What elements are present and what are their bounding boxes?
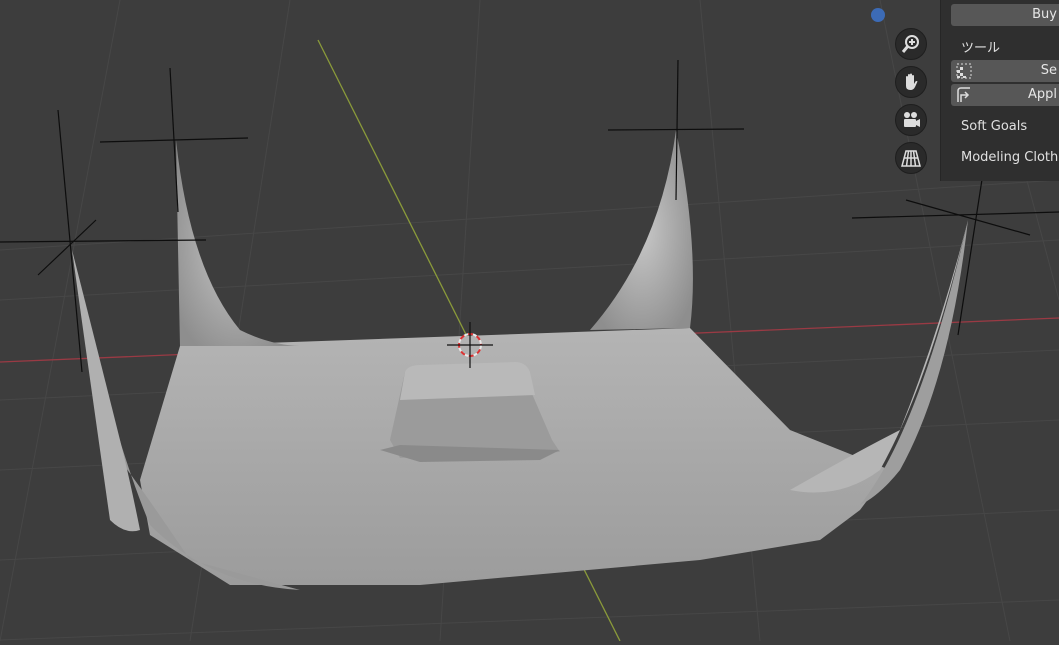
- apply-button-label: Appl: [1027, 87, 1057, 102]
- sidebar-panel: Buy ツール Se Appl Soft Goals Modeling Clot…: [940, 0, 1059, 181]
- set-button-label: Se: [1040, 63, 1057, 78]
- cloth-mesh: [72, 130, 968, 590]
- apply-icon: [957, 87, 970, 102]
- apply-button[interactable]: Appl: [951, 84, 1059, 106]
- zoom-icon[interactable]: [895, 28, 927, 60]
- 3d-viewport[interactable]: Buy ツール Se Appl Soft Goals Modeling Clot…: [0, 0, 1059, 642]
- perspective-gizmo-dot[interactable]: [871, 8, 885, 22]
- set-button[interactable]: Se: [951, 60, 1059, 82]
- soft-goals-item[interactable]: Soft Goals: [961, 119, 1027, 134]
- hand-icon[interactable]: [895, 66, 927, 98]
- panel-section-title: ツール: [961, 41, 1001, 56]
- buy-button-label: Buy: [1032, 7, 1057, 22]
- camera-icon[interactable]: [895, 104, 927, 136]
- modeling-cloth-item[interactable]: Modeling Cloth: [961, 150, 1058, 165]
- viewport-scene: [0, 0, 1059, 642]
- grid-icon[interactable]: [895, 142, 927, 174]
- checker-icon: [956, 63, 972, 79]
- buy-button[interactable]: Buy: [951, 4, 1059, 26]
